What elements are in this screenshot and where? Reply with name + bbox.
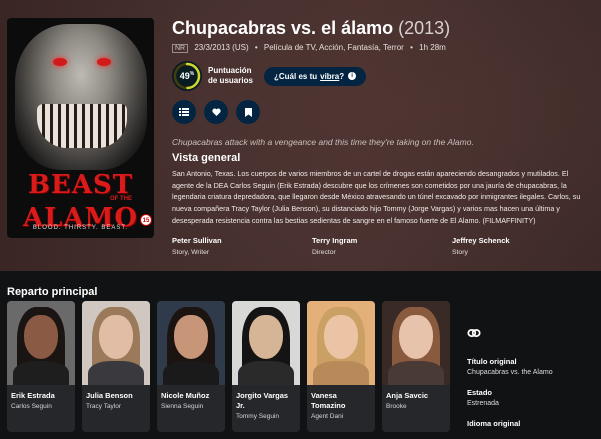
cast-role: Tracy Taylor: [86, 403, 122, 410]
original-title-value: Chupacabras vs. the Alamo: [467, 369, 553, 376]
creature-image: [15, 24, 147, 170]
certification-badge: NR: [172, 44, 189, 53]
movie-tagline: Chupacabras attack with a vengeance and …: [172, 137, 474, 147]
user-score-value: 49%: [179, 71, 195, 81]
crew-item: Jeffrey Schenck Story: [452, 236, 592, 256]
poster-tagline: BLOOD. THIRSTY. BEAST.: [32, 225, 129, 231]
crew-name[interactable]: Terry Ingram: [312, 236, 452, 245]
cast-role: Agent Dani: [311, 413, 344, 420]
cast-role: Tommy Seguin: [236, 413, 279, 420]
cast-card[interactable]: Jorgito Vargas Jr. Tommy Seguin: [232, 301, 300, 432]
crew-list: Peter Sullivan Story, Writer Terry Ingra…: [172, 236, 592, 256]
page-title: Chupacabras vs. el álamo (2013): [172, 18, 592, 39]
bookmark-icon: [244, 107, 252, 117]
crew-name[interactable]: Peter Sullivan: [172, 236, 312, 245]
crew-job: Story: [452, 249, 468, 256]
link-icon[interactable]: [467, 326, 481, 340]
overview-heading: Vista general: [172, 152, 241, 164]
cast-photo: [382, 301, 450, 385]
crew-item: Peter Sullivan Story, Writer: [172, 236, 312, 256]
cast-name[interactable]: Jorgito Vargas Jr.: [232, 385, 300, 411]
overview-text: San Antonio, Texas. Los cuerpos de vario…: [172, 169, 581, 225]
cast-photo: [82, 301, 150, 385]
cast-card[interactable]: Erik Estrada Carlos Seguin: [7, 301, 75, 432]
vibe-button[interactable]: ¿Cuál es tu vibra? i: [264, 66, 367, 86]
movie-poster[interactable]: BEAST OF THE ALAMO 15 BLOOD. THIRSTY. BE…: [7, 18, 154, 238]
cast-photo: [232, 301, 300, 385]
cast-name[interactable]: Anja Savcic: [382, 385, 450, 401]
cast-photo: [157, 301, 225, 385]
crew-item: Terry Ingram Director: [312, 236, 452, 256]
crew-job: Story, Writer: [172, 249, 210, 256]
user-score-chart[interactable]: 49%: [172, 61, 202, 91]
status-label: Estado: [467, 388, 493, 397]
cast-name[interactable]: Vanesa Tomazino: [307, 385, 375, 411]
add-to-list-button[interactable]: [172, 100, 196, 124]
heart-icon: [211, 108, 221, 116]
action-buttons: [172, 100, 268, 124]
cast-name[interactable]: Nicole Muñoz: [157, 385, 225, 401]
cast-card[interactable]: Nicole Muñoz Sienna Seguin: [157, 301, 225, 432]
genres: Película de TV, Acción, Fantasía, Terror: [263, 43, 404, 52]
cast-card[interactable]: Vanesa Tomazino Agent Dani: [307, 301, 375, 432]
crew-job: Director: [312, 249, 336, 256]
user-score-row: 49% Puntuación de usuarios ¿Cuál es tu v…: [172, 61, 367, 91]
cast-card[interactable]: Anja Savcic Brooke: [382, 301, 450, 432]
cast-photo: [7, 301, 75, 385]
watchlist-button[interactable]: [236, 100, 260, 124]
cast-role: Sienna Seguin: [161, 403, 204, 410]
list-icon: [179, 108, 189, 116]
crew-name[interactable]: Jeffrey Schenck: [452, 236, 592, 245]
poster-of-the: OF THE: [110, 196, 132, 202]
cast-photo: [307, 301, 375, 385]
user-score-label: Puntuación de usuarios: [208, 66, 253, 85]
info-icon: i: [348, 72, 357, 80]
cast-card[interactable]: Julia Benson Tracy Taylor: [82, 301, 150, 432]
movie-year: (2013): [398, 18, 451, 38]
movie-header: BEAST OF THE ALAMO 15 BLOOD. THIRSTY. BE…: [0, 0, 601, 271]
runtime: 1h 28m: [419, 43, 446, 52]
favorite-button[interactable]: [204, 100, 228, 124]
facts-sidebar: Título original Chupacabras vs. the Alam…: [467, 326, 597, 428]
cast-name[interactable]: Julia Benson: [82, 385, 150, 401]
cast-role: Brooke: [386, 403, 407, 410]
movie-title[interactable]: Chupacabras vs. el álamo: [172, 18, 393, 38]
movie-facts: NR 23/3/2013 (US) • Película de TV, Acci…: [172, 43, 592, 53]
cast-name[interactable]: Erik Estrada: [7, 385, 75, 401]
cast-scroller[interactable]: Erik Estrada Carlos Seguin Julia Benson …: [7, 301, 457, 432]
original-title-label: Título original: [467, 357, 517, 366]
language-label: Idioma original: [467, 419, 521, 428]
status-value: Estrenada: [467, 400, 499, 407]
release-date: 23/3/2013 (US): [194, 43, 249, 52]
cast-heading: Reparto principal: [7, 286, 98, 298]
cast-role: Carlos Seguin: [11, 403, 52, 410]
